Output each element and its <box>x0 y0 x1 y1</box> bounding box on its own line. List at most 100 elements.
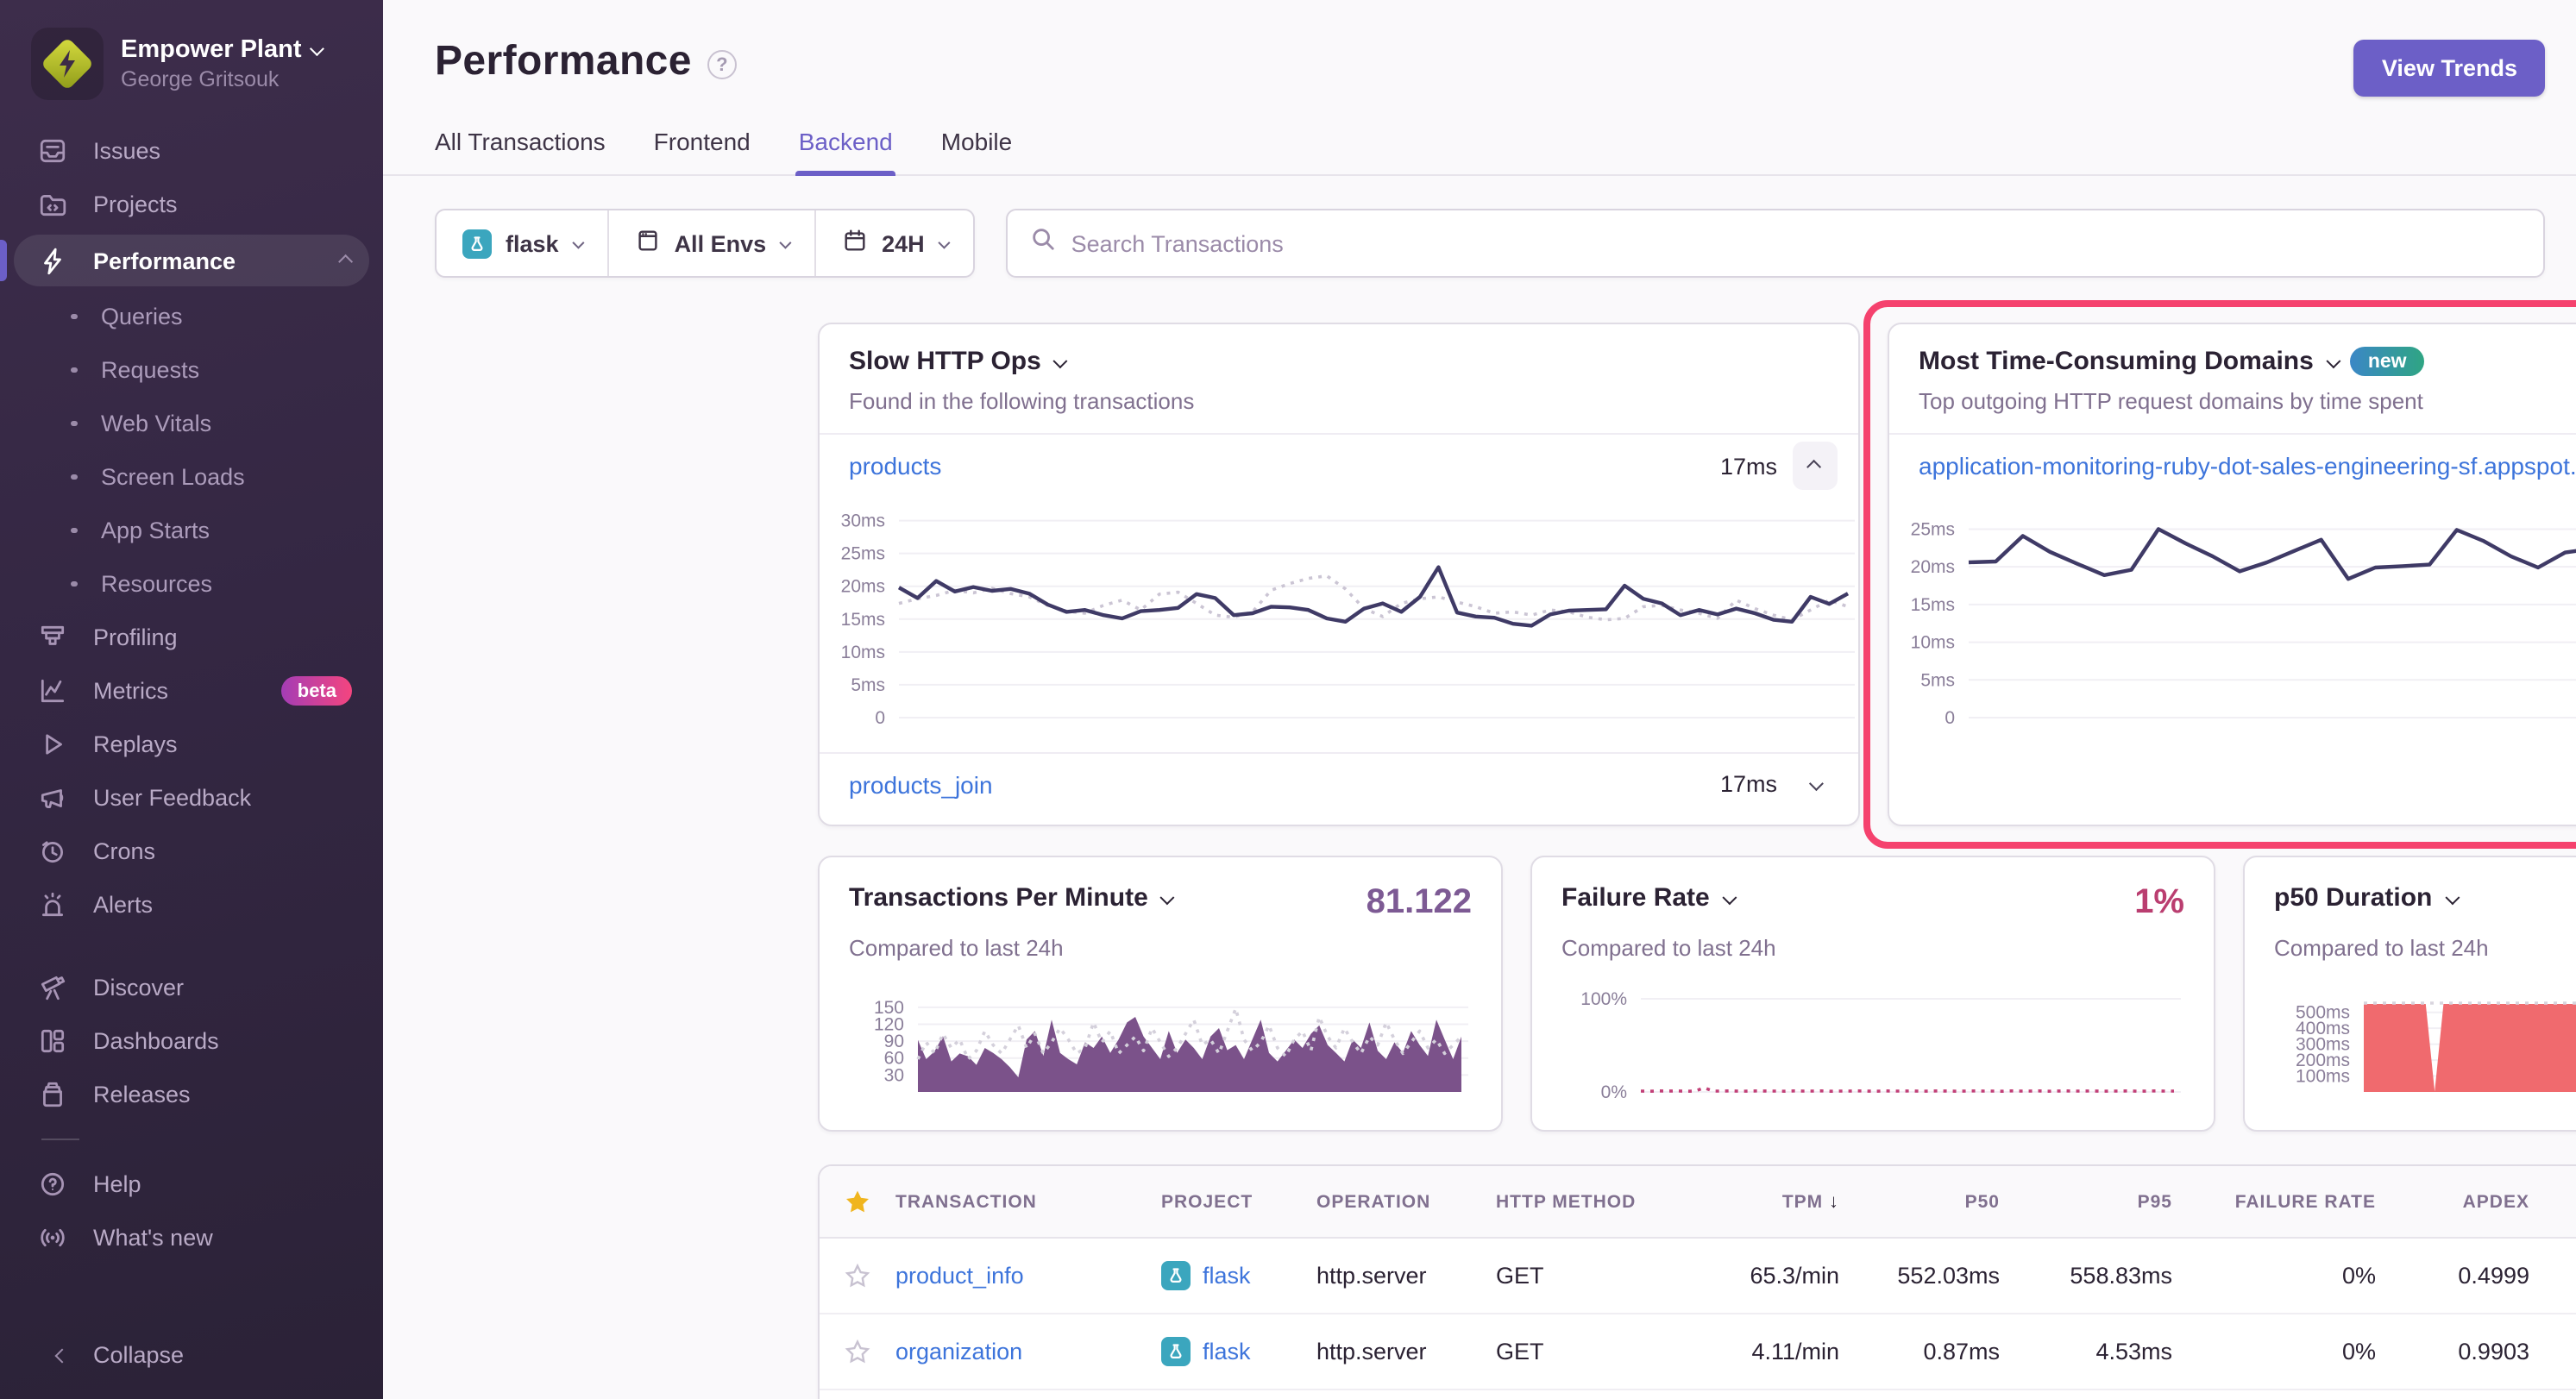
sidebar-item-label: Resources <box>101 571 212 597</box>
column-header-p50[interactable]: P50 <box>1843 1191 2003 1212</box>
search-input[interactable] <box>1071 230 2521 256</box>
column-header-users[interactable]: USERS <box>2533 1191 2576 1212</box>
p50-cell: 0.87ms <box>1843 1339 2003 1364</box>
environment-filter[interactable]: All Envs <box>607 210 815 276</box>
svg-text:100ms: 100ms <box>2296 1067 2350 1087</box>
http-method-cell: GET <box>1496 1263 1696 1289</box>
domains-chart: 25ms20ms15ms10ms5ms0 <box>1889 504 2576 731</box>
clock-icon <box>38 837 67 866</box>
transaction-link[interactable]: products_join <box>849 770 993 798</box>
megaphone-icon <box>38 783 67 812</box>
table-row[interactable]: organization flask http.server GET 4.11/… <box>820 1314 2576 1390</box>
sidebar-item-app-starts[interactable]: App Starts <box>14 504 369 557</box>
chevron-down-icon <box>2446 890 2460 904</box>
panel-subtitle: Found in the following transactions <box>849 388 1831 414</box>
sidebar-item-web-vitals[interactable]: Web Vitals <box>14 397 369 450</box>
star-outline-icon[interactable] <box>820 1262 895 1289</box>
column-header-operation[interactable]: OPERATION <box>1316 1191 1496 1212</box>
column-header-p95[interactable]: P95 <box>2003 1191 2176 1212</box>
sidebar-item-label: Discover <box>93 975 184 1001</box>
http-method-cell: GET <box>1496 1339 1696 1364</box>
sidebar-item-alerts[interactable]: Alerts <box>14 878 369 932</box>
p95-cell: 558.83ms <box>2003 1263 2176 1289</box>
tab-frontend[interactable]: Frontend <box>654 128 751 174</box>
chevron-down-icon <box>1723 890 1737 904</box>
tab-mobile[interactable]: Mobile <box>941 128 1013 174</box>
column-header-apdex[interactable]: APDEX <box>2379 1191 2533 1212</box>
sidebar-nav: Issues Projects Performance Queries Requ… <box>14 124 369 1264</box>
sidebar-item-performance[interactable]: Performance <box>14 235 369 286</box>
sidebar-item-projects[interactable]: Projects <box>14 178 369 231</box>
sidebar-item-issues[interactable]: Issues <box>14 124 369 178</box>
svg-text:100%: 100% <box>1580 989 1627 1009</box>
p50-selector[interactable]: p50 Duration <box>2274 883 2455 913</box>
sidebar-item-requests[interactable]: Requests <box>14 343 369 397</box>
time-range-filter[interactable]: 24H <box>814 210 973 276</box>
chevron-down-icon <box>309 41 324 55</box>
sidebar-item-whats-new[interactable]: What's new <box>14 1211 369 1264</box>
metric-subtitle: Compared to last 24h <box>849 935 1472 961</box>
lightning-icon <box>38 246 67 275</box>
column-header-project[interactable]: PROJECT <box>1161 1191 1316 1212</box>
sidebar-item-metrics[interactable]: Metrics beta <box>14 664 369 718</box>
sidebar-item-discover[interactable]: Discover <box>14 961 369 1014</box>
sidebar-item-resources[interactable]: Resources <box>14 557 369 611</box>
project-filter[interactable]: flask <box>437 210 607 276</box>
view-trends-button[interactable]: View Trends <box>2354 40 2545 97</box>
slow-http-ops-selector[interactable]: Slow HTTP Ops <box>849 347 1831 376</box>
sidebar-item-dashboards[interactable]: Dashboards <box>14 1014 369 1068</box>
bullet-icon <box>71 314 77 320</box>
failure-rate-cell: 0% <box>2176 1339 2379 1364</box>
flask-project-icon <box>1161 1261 1191 1290</box>
tab-all-transactions[interactable]: All Transactions <box>435 128 606 174</box>
column-header-http-method[interactable]: HTTP METHOD <box>1496 1191 1696 1212</box>
sidebar-divider <box>41 1139 79 1140</box>
failure-rate-chart: 100%0% <box>1561 988 2184 1106</box>
help-tooltip-icon[interactable]: ? <box>707 50 737 79</box>
column-header-failure-rate[interactable]: FAILURE RATE <box>2176 1191 2379 1212</box>
empower-plant-logo-icon <box>38 35 97 93</box>
sidebar-item-releases[interactable]: Releases <box>14 1068 369 1121</box>
sidebar-item-label: Issues <box>93 138 160 164</box>
tpm-selector[interactable]: Transactions Per Minute <box>849 883 1172 913</box>
sidebar-item-help[interactable]: Help <box>14 1157 369 1211</box>
tab-backend[interactable]: Backend <box>799 128 893 174</box>
metrics-icon <box>38 676 67 706</box>
sidebar-item-profiling[interactable]: Profiling <box>14 611 369 664</box>
collapse-button[interactable]: Collapse <box>14 1328 369 1382</box>
project-link[interactable]: flask <box>1161 1337 1316 1366</box>
sidebar-item-replays[interactable]: Replays <box>14 718 369 771</box>
releases-icon <box>38 1080 67 1109</box>
project-filter-label: flask <box>506 230 559 256</box>
sidebar-item-crons[interactable]: Crons <box>14 825 369 878</box>
transaction-link[interactable]: products <box>849 452 941 480</box>
sidebar-item-screen-loads[interactable]: Screen Loads <box>14 450 369 504</box>
org-switcher[interactable]: Empower Plant George Gritsouk <box>0 0 383 100</box>
domain-link[interactable]: application-monitoring-ruby-dot-sales-en… <box>1919 452 2576 480</box>
star-filled-icon[interactable] <box>820 1188 895 1215</box>
table-row[interactable]: product_info flask http.server GET 65.3/… <box>820 1239 2576 1314</box>
project-name: flask <box>1203 1263 1251 1289</box>
operation-cell: http.server <box>1316 1339 1496 1364</box>
domains-selector[interactable]: Most Time-Consuming Domains new <box>1919 347 2576 376</box>
tpm-cell: 4.11/min <box>1696 1339 1843 1364</box>
sidebar-item-queries[interactable]: Queries <box>14 290 369 343</box>
svg-text:30: 30 <box>884 1065 904 1085</box>
collapse-toggle-button[interactable] <box>1793 442 1838 490</box>
project-link[interactable]: flask <box>1161 1261 1316 1290</box>
sidebar: Empower Plant George Gritsouk Issues Pro… <box>0 0 383 1399</box>
column-header-transaction[interactable]: TRANSACTION <box>895 1191 1161 1212</box>
expand-toggle-button[interactable] <box>1793 760 1838 808</box>
apdex-cell: 0.9903 <box>2379 1339 2533 1364</box>
sidebar-item-label: Web Vitals <box>101 411 211 436</box>
panel-title: Slow HTTP Ops <box>849 347 1041 376</box>
page-filter-control: flask All Envs 24H <box>435 209 975 278</box>
column-header-tpm[interactable]: TPM ↓ <box>1696 1191 1843 1212</box>
new-badge: new <box>2351 347 2424 376</box>
search-box <box>1006 209 2545 278</box>
star-outline-icon[interactable] <box>820 1338 895 1365</box>
environment-filter-label: All Envs <box>675 230 767 256</box>
sidebar-item-user-feedback[interactable]: User Feedback <box>14 771 369 825</box>
failure-rate-selector[interactable]: Failure Rate <box>1561 883 1733 913</box>
failure-rate-cell: 0% <box>2176 1263 2379 1289</box>
